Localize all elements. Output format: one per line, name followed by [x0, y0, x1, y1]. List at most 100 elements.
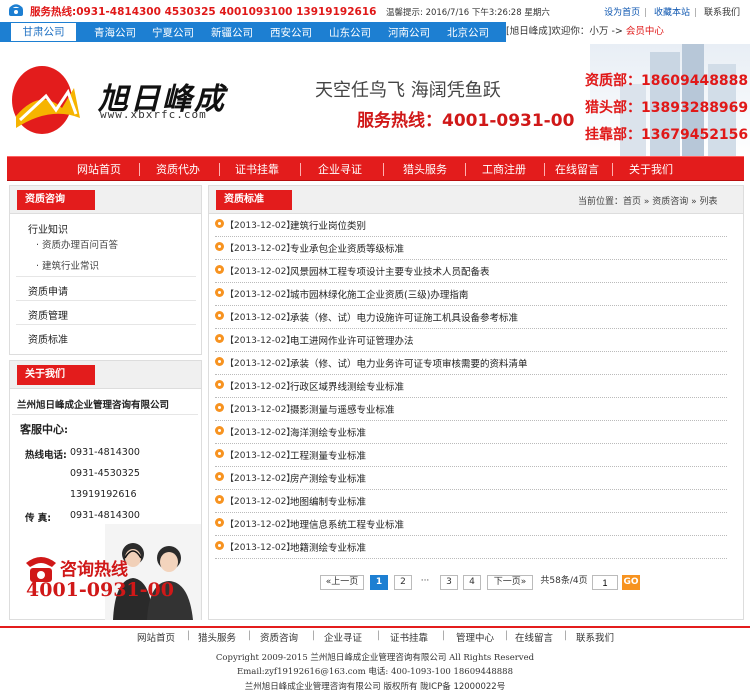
list-item[interactable]: 【2013-12-02】 地理信息系统工程专业标准 — [215, 513, 727, 536]
bullet-icon — [215, 380, 224, 389]
bullet-icon — [215, 518, 224, 527]
bullet-icon — [215, 242, 224, 251]
sidebar-item-standard[interactable]: 资质标准 — [28, 331, 68, 346]
footer-contact: Email:zyf19192616@163.com 电话: 400-1093-1… — [237, 667, 513, 677]
welcome-box: [旭日峰成]欢迎你：小万 -> 会员中心 — [506, 22, 750, 42]
list-item-title[interactable]: 建筑行业岗位类别 — [290, 218, 366, 232]
sidebar-item-apply[interactable]: 资质申请 — [28, 283, 68, 298]
page-input[interactable] — [592, 575, 618, 590]
list-item-title[interactable]: 承装（修、试）电力业务许可证专项审核需要的资料清单 — [290, 356, 528, 370]
city-tab-ningxia[interactable]: 宁夏公司 — [152, 25, 194, 40]
hotline-number: 4001-0931-00 — [26, 579, 174, 601]
footer-link-contact[interactable]: 联系我们 — [576, 630, 614, 644]
list-item-title[interactable]: 房产测绘专业标准 — [290, 471, 366, 485]
bookmark-link[interactable]: 收藏本站 — [654, 8, 690, 18]
list-item-title[interactable]: 风景园林工程专项设计主要专业技术人员配备表 — [290, 264, 490, 278]
contact-link[interactable]: 联系我们 — [704, 8, 740, 18]
sidebar-item-industry[interactable]: 行业知识 — [28, 221, 68, 236]
nav-certificate[interactable]: 证书挂靠 — [235, 157, 279, 182]
next-page-button[interactable]: 下一页» — [487, 575, 533, 590]
nav-headhunting[interactable]: 猎头服务 — [403, 157, 447, 182]
footer-link-headhunting[interactable]: 猎头服务 — [198, 630, 236, 644]
list-item[interactable]: 【2013-12-02】 地籍测绘专业标准 — [215, 536, 727, 559]
nav-home[interactable]: 网站首页 — [77, 157, 121, 182]
nav-message[interactable]: 在线留言 — [555, 157, 599, 182]
bullet-icon — [215, 449, 224, 458]
phone-label: 热线电话: — [25, 450, 67, 461]
city-tab-qinghai[interactable]: 青海公司 — [94, 25, 136, 40]
member-center-link[interactable]: 会员中心 — [626, 26, 664, 37]
list-item[interactable]: 【2013-12-02】 承装（修、试）电力设施许可证施工机具设备参考标准 — [215, 306, 727, 329]
set-homepage-link[interactable]: 设为首页 — [604, 8, 640, 18]
list-item-date: 【2013-12-02】 — [225, 474, 296, 484]
list-item[interactable]: 【2013-12-02】 工程测量专业标准 — [215, 444, 727, 467]
list-item-title[interactable]: 城市园林绿化施工企业资质(三级)办理指南 — [290, 287, 468, 301]
list-item-title[interactable]: 地图编制专业标准 — [290, 494, 366, 508]
city-tab-shandong[interactable]: 山东公司 — [329, 25, 371, 40]
list-item-date: 【2013-12-02】 — [225, 336, 296, 346]
page-2-button[interactable]: 2 — [394, 575, 412, 590]
sidebar-item-manage[interactable]: 资质管理 — [28, 307, 68, 322]
list-item[interactable]: 【2013-12-02】 承装（修、试）电力业务许可证专项审核需要的资料清单 — [215, 352, 727, 375]
logo-url: www.xbxrfc.com — [100, 108, 207, 121]
list-item-title[interactable]: 地籍测绘专业标准 — [290, 540, 366, 554]
service-title: 客服中心: — [20, 423, 69, 436]
page-1-button[interactable]: 1 — [370, 575, 388, 590]
city-tab-xian[interactable]: 西安公司 — [270, 25, 312, 40]
list-item[interactable]: 【2013-12-02】 专业承包企业资质等级标准 — [215, 237, 727, 260]
top-hotline: 服务热线:0931-4814300 4530325 4001093100 139… — [30, 6, 377, 18]
footer-link-certificate[interactable]: 证书挂靠 — [390, 630, 428, 644]
city-tab-gansu[interactable]: 甘肃公司 — [10, 22, 77, 42]
sidebar-sub-faq[interactable]: · 资质办理百问百答 — [36, 237, 118, 251]
bullet-icon — [215, 265, 224, 274]
list-item-title[interactable]: 海洋测绘专业标准 — [290, 425, 366, 439]
about-title: 关于我们 — [17, 365, 95, 385]
fax-label: 传 真: — [25, 513, 52, 524]
list-item-title[interactable]: 电工进网作业许可证管理办法 — [290, 333, 414, 347]
list-item[interactable]: 【2013-12-02】 地图编制专业标准 — [215, 490, 727, 513]
company-name: 兰州旭日峰成企业管理咨询有限公司 — [17, 400, 170, 411]
page-3-button[interactable]: 3 — [440, 575, 458, 590]
list-item[interactable]: 【2013-12-02】 建筑行业岗位类别 — [215, 214, 727, 237]
city-tab-henan[interactable]: 河南公司 — [388, 25, 430, 40]
nav-about[interactable]: 关于我们 — [629, 157, 673, 182]
list-item-date: 【2013-12-02】 — [225, 405, 296, 415]
prev-page-button[interactable]: «上一页 — [320, 575, 364, 590]
list-item-title[interactable]: 承装（修、试）电力设施许可证施工机具设备参考标准 — [290, 310, 518, 324]
footer-link-message[interactable]: 在线留言 — [515, 630, 553, 644]
page-4-button[interactable]: 4 — [463, 575, 481, 590]
list-item-title[interactable]: 专业承包企业资质等级标准 — [290, 241, 404, 255]
fax-number: 0931-4814300 — [70, 510, 140, 521]
list-item-date: 【2013-12-02】 — [225, 313, 296, 323]
list-item-title[interactable]: 行政区域界线测绘专业标准 — [290, 379, 404, 393]
list-item-date: 【2013-12-02】 — [225, 451, 296, 461]
nav-enterprise-search[interactable]: 企业寻证 — [318, 157, 362, 182]
nav-business-registration[interactable]: 工商注册 — [482, 157, 526, 182]
list-item-title[interactable]: 工程测量专业标准 — [290, 448, 366, 462]
sidebar-sub-knowledge[interactable]: · 建筑行业常识 — [36, 258, 99, 272]
list-item[interactable]: 【2013-12-02】 海洋测绘专业标准 — [215, 421, 727, 444]
city-tab-beijing[interactable]: 北京公司 — [447, 25, 489, 40]
list-item-title[interactable]: 摄影测量与遥感专业标准 — [290, 402, 395, 416]
list-item[interactable]: 【2013-12-02】 风景园林工程专项设计主要专业技术人员配备表 — [215, 260, 727, 283]
footer-link-consult[interactable]: 资质咨询 — [260, 630, 298, 644]
list-item[interactable]: 【2013-12-02】 电工进网作业许可证管理办法 — [215, 329, 727, 352]
footer-link-admin[interactable]: 管理中心 — [456, 630, 494, 644]
list-item-title[interactable]: 地理信息系统工程专业标准 — [290, 517, 404, 531]
slogan-hotline: 服务热线：4001-0931-00 — [357, 111, 575, 131]
nav-qualification-agency[interactable]: 资质代办 — [156, 157, 200, 182]
breadcrumb: 当前位置：首页 » 资质咨询 » 列表 — [578, 197, 718, 207]
sun-logo-icon — [12, 66, 80, 134]
contact-qualification: 资质部：18609448888 — [585, 73, 749, 89]
bullet-icon — [215, 426, 224, 435]
city-tab-xinjiang[interactable]: 新疆公司 — [211, 25, 253, 40]
go-button[interactable]: GO — [622, 575, 640, 590]
bullet-icon — [215, 311, 224, 320]
list-item[interactable]: 【2013-12-02】 房产测绘专业标准 — [215, 467, 727, 490]
footer-link-enterprise[interactable]: 企业寻证 — [324, 630, 362, 644]
list-item[interactable]: 【2013-12-02】 行政区域界线测绘专业标准 — [215, 375, 727, 398]
bullet-icon — [215, 541, 224, 550]
list-item[interactable]: 【2013-12-02】 城市园林绿化施工企业资质(三级)办理指南 — [215, 283, 727, 306]
footer-link-home[interactable]: 网站首页 — [137, 630, 175, 644]
list-item[interactable]: 【2013-12-02】 摄影测量与遥感专业标准 — [215, 398, 727, 421]
